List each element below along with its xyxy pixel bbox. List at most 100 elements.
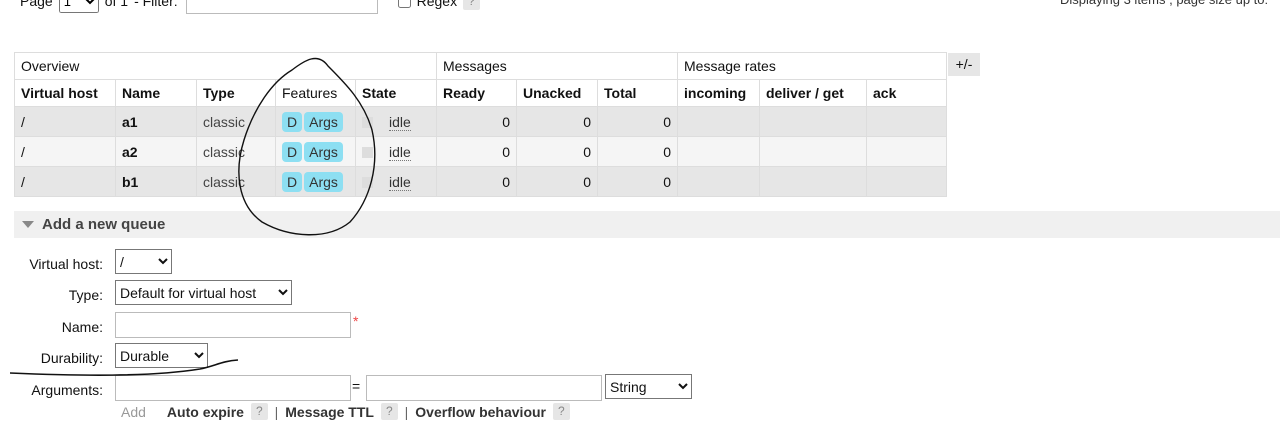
cell-ready: 0 xyxy=(436,166,517,197)
message-ttl-link[interactable]: Message TTL xyxy=(285,404,374,420)
feature-args-badge: Args xyxy=(304,141,343,162)
page-of-label: of 1 xyxy=(104,0,129,9)
cell-unacked: 0 xyxy=(516,166,598,197)
durability-select[interactable]: Durable xyxy=(115,343,208,368)
regex-option: Regex ? xyxy=(397,0,480,10)
regex-checkbox[interactable] xyxy=(397,0,411,8)
cell-state: idle xyxy=(355,106,437,137)
display-info: Displaying 3 items , page size up to: xyxy=(1060,0,1268,12)
required-mark: * xyxy=(353,313,359,329)
separator: | xyxy=(274,403,279,420)
columns-toggle-button[interactable]: +/- xyxy=(948,53,980,76)
col-virtual-host[interactable]: Virtual host xyxy=(14,79,116,107)
regex-label: Regex xyxy=(416,0,458,9)
state-icon xyxy=(362,117,373,129)
type-label: Type: xyxy=(68,287,103,303)
argument-key-input[interactable] xyxy=(115,375,351,401)
cell-incoming xyxy=(677,166,760,197)
group-overview: Overview xyxy=(14,52,437,80)
auto-expire-help-icon[interactable]: ? xyxy=(250,403,268,420)
cell-deliver-get xyxy=(759,136,867,167)
queues-table: Overview Messages Message rates Virtual … xyxy=(14,52,947,197)
feature-durable-badge: D xyxy=(282,111,303,132)
cell-ready: 0 xyxy=(436,106,517,137)
add-queue-header[interactable]: Add a new queue xyxy=(14,211,1280,238)
col-ack[interactable]: ack xyxy=(866,79,947,107)
add-queue-title: Add a new queue xyxy=(42,216,166,233)
add-argument-label: Add xyxy=(121,403,146,420)
name-label: Name: xyxy=(61,319,103,335)
col-type[interactable]: Type xyxy=(196,79,276,107)
group-messages: Messages xyxy=(436,52,678,80)
cell-total: 0 xyxy=(597,166,678,197)
feature-durable-badge: D xyxy=(282,141,303,162)
cell-type: classic xyxy=(196,166,276,197)
cell-deliver-get xyxy=(759,166,867,197)
regex-help-icon[interactable]: ? xyxy=(463,0,480,10)
cell-state: idle xyxy=(355,166,437,197)
state-text: idle xyxy=(389,143,411,161)
col-incoming[interactable]: incoming xyxy=(677,79,760,107)
col-name[interactable]: Name xyxy=(115,79,197,107)
page-label: Page xyxy=(20,0,53,9)
filter-input[interactable] xyxy=(185,0,378,14)
queue-name-link[interactable]: a2 xyxy=(115,136,197,167)
cell-vhost: / xyxy=(14,166,116,197)
feature-args-badge: Args xyxy=(304,111,343,132)
cell-vhost: / xyxy=(14,136,116,167)
type-select[interactable]: Default for virtual host xyxy=(115,280,292,305)
table-row: / a1 classic D Args idle 0 0 0 xyxy=(14,106,947,137)
argument-value-input[interactable] xyxy=(366,375,602,401)
vhost-label: Virtual host: xyxy=(29,256,103,272)
col-total[interactable]: Total xyxy=(597,79,678,107)
durability-label: Durability: xyxy=(40,350,103,366)
col-state[interactable]: State xyxy=(355,79,437,107)
state-text: idle xyxy=(389,113,411,131)
page-select[interactable]: 1 xyxy=(58,0,99,13)
feature-durable-badge: D xyxy=(282,171,303,192)
col-ready[interactable]: Ready xyxy=(436,79,517,107)
cell-total: 0 xyxy=(597,136,678,167)
separator: | xyxy=(404,403,409,420)
queue-name-input[interactable] xyxy=(115,312,351,338)
state-text: idle xyxy=(389,173,411,191)
queue-name-link[interactable]: a1 xyxy=(115,106,197,137)
queue-name-link[interactable]: b1 xyxy=(115,166,197,197)
cell-ack xyxy=(866,166,947,197)
cell-features: D Args xyxy=(275,106,356,137)
table-row: / a2 classic D Args idle 0 0 0 xyxy=(14,136,947,167)
argument-type-select[interactable]: String xyxy=(605,374,692,399)
table-row: / b1 classic D Args idle 0 0 0 xyxy=(14,166,947,197)
argument-helpers: Add Auto expire ? | Message TTL ? | Over… xyxy=(121,403,570,420)
cell-incoming xyxy=(677,106,760,137)
feature-args-badge: Args xyxy=(304,171,343,192)
pager: Page 1 of 1 - Filter: Regex ? xyxy=(20,0,480,14)
filter-label: - Filter: xyxy=(134,0,178,9)
cell-ready: 0 xyxy=(436,136,517,167)
cell-features: D Args xyxy=(275,136,356,167)
cell-features: D Args xyxy=(275,166,356,197)
group-message-rates: Message rates xyxy=(677,52,947,80)
message-ttl-help-icon[interactable]: ? xyxy=(380,403,398,420)
cell-incoming xyxy=(677,136,760,167)
overflow-behaviour-help-icon[interactable]: ? xyxy=(553,403,570,420)
cell-type: classic xyxy=(196,106,276,137)
auto-expire-link[interactable]: Auto expire xyxy=(167,404,244,420)
vhost-select[interactable]: / xyxy=(115,249,172,274)
cell-vhost: / xyxy=(14,106,116,137)
cell-total: 0 xyxy=(597,106,678,137)
state-icon xyxy=(362,147,373,159)
col-deliver-get[interactable]: deliver / get xyxy=(759,79,867,107)
cell-unacked: 0 xyxy=(516,136,598,167)
cell-state: idle xyxy=(355,136,437,167)
col-unacked[interactable]: Unacked xyxy=(516,79,598,107)
cell-ack xyxy=(866,106,947,137)
collapse-triangle-icon xyxy=(22,221,34,228)
overflow-behaviour-link[interactable]: Overflow behaviour xyxy=(415,404,546,420)
argument-equals: = xyxy=(352,378,361,394)
cell-deliver-get xyxy=(759,106,867,137)
cell-ack xyxy=(866,136,947,167)
arguments-label: Arguments: xyxy=(31,382,103,398)
cell-type: classic xyxy=(196,136,276,167)
cell-unacked: 0 xyxy=(516,106,598,137)
